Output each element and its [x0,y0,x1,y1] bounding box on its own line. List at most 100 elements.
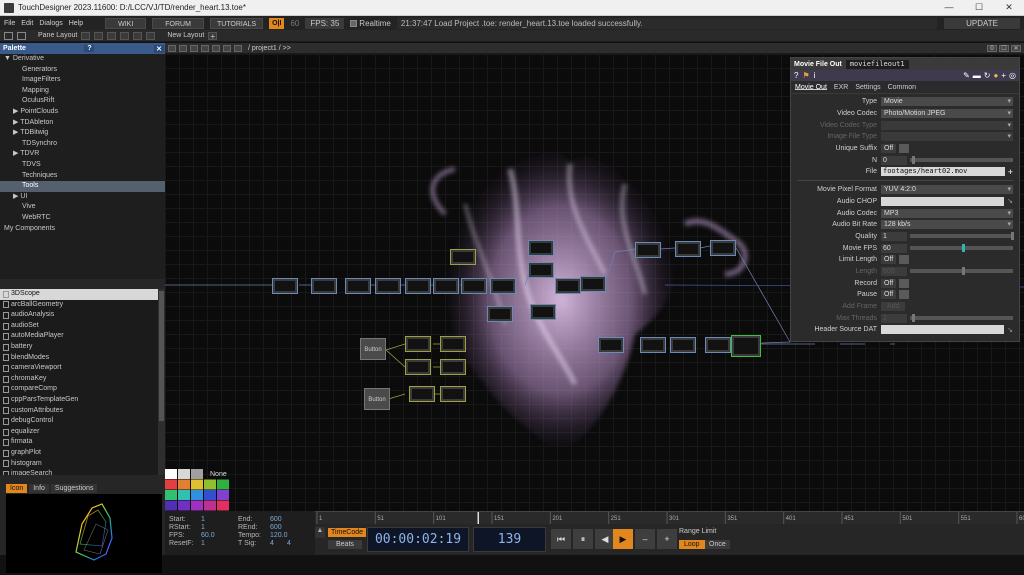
operator-node[interactable] [405,336,431,352]
param-slider[interactable] [910,156,1013,165]
tempo-value[interactable]: 120.0 [270,532,288,539]
slider-knob[interactable] [912,314,916,323]
color-swatch[interactable] [165,500,177,511]
tab-movie-out[interactable]: Movie Out [795,84,827,91]
param-text-field[interactable] [881,325,1005,335]
component-list-item[interactable]: 3DScope [0,289,158,300]
update-button[interactable]: UPDATE [944,17,1020,29]
component-list-item[interactable]: arcBallGeometry [0,300,158,311]
color-swatch[interactable] [191,500,203,511]
operator-node[interactable] [490,278,516,294]
operator-node[interactable] [731,335,761,357]
param-dropdown[interactable] [881,120,1013,130]
color-swatch[interactable] [191,490,203,500]
edit-pencil-icon[interactable]: ✎ [963,71,970,80]
component-list-item[interactable]: chromaKey [0,374,158,385]
operator-node[interactable] [487,306,513,322]
param-slider[interactable] [910,314,1013,323]
scrollbar-thumb[interactable] [159,291,164,421]
network-add-icon[interactable] [212,44,220,52]
rend-value[interactable]: 600 [270,524,282,531]
operator-node[interactable] [710,240,736,256]
tab-exr[interactable]: EXR [834,84,848,91]
fps-cap[interactable]: 60 [290,19,299,28]
color-swatch[interactable] [165,479,177,490]
timecode-mode-button[interactable]: TimeCode [328,528,367,537]
operator-node[interactable] [440,386,466,402]
param-toggle[interactable]: Off [881,255,897,265]
param-dropdown[interactable]: MP3 [881,208,1013,218]
color-swatch[interactable] [178,500,190,511]
timeline-ruler[interactable]: 151101151201251301351401451501551600 [315,511,1024,525]
component-list-item[interactable]: cppParsTemplateGen [0,395,158,406]
operator-node[interactable] [405,359,431,375]
operator-node[interactable] [450,249,476,265]
maximize-button[interactable]: ☐ [964,2,994,13]
component-list-scrollbar[interactable] [158,289,165,475]
color-swatch[interactable] [217,490,229,500]
slider-knob[interactable] [1010,232,1014,241]
layout-1-button[interactable] [81,31,91,40]
forum-button[interactable]: FORUM [152,17,204,29]
python-export-icon[interactable]: ● [994,71,999,80]
realtime-toggle[interactable]: Realtime [350,19,391,28]
param-number-field[interactable]: 1 [881,231,907,241]
component-list-item[interactable]: equalizer [0,427,158,438]
component-list-item[interactable]: blendModes [0,353,158,364]
step-plus-button[interactable]: + [657,529,677,549]
param-help-icon[interactable]: ? [794,71,798,80]
network-pane-zero[interactable]: 0 [987,44,997,52]
color-swatch[interactable] [217,500,229,511]
operator-node[interactable] [375,278,401,294]
operator-node[interactable] [598,337,624,353]
param-number-field[interactable]: 2 [881,313,907,323]
tree-item[interactable]: OculusRift [0,96,165,107]
component-list-item[interactable]: histogram [0,459,158,470]
wiki-button[interactable]: WIKI [105,17,147,29]
tsig-numerator[interactable]: 4 [270,540,274,547]
component-list-item[interactable]: compareComp [0,384,158,395]
color-swatch[interactable] [178,469,190,479]
operator-node[interactable] [440,359,466,375]
operator-node[interactable] [409,386,435,402]
beats-mode-button[interactable]: Beats [328,540,362,549]
slider-knob[interactable] [961,267,965,276]
param-slider[interactable] [910,232,1014,241]
component-list-item[interactable]: graphPlot [0,448,158,459]
param-dropdown[interactable]: YUV 4:2:0 [881,185,1013,195]
drop-target-icon[interactable]: ↘ [1007,197,1013,205]
color-swatch[interactable] [191,469,203,479]
component-list-item[interactable]: debugControl [0,416,158,427]
loop-button[interactable]: Loop [679,540,705,549]
comment-icon[interactable]: ▬ [973,71,981,80]
operator-node[interactable] [670,337,696,353]
operator-node[interactable] [528,262,554,278]
network-pane-close[interactable]: ✕ [1011,44,1021,52]
tab-settings[interactable]: Settings [855,84,880,91]
tree-item[interactable]: ▼ Derivative [0,54,165,65]
param-info-icon[interactable]: i [814,71,816,80]
color-swatch[interactable] [191,479,203,490]
operator-node[interactable] [345,278,371,294]
add-frame-button[interactable]: Add [881,302,906,312]
operator-node[interactable] [461,278,487,294]
operator-node[interactable] [635,242,661,258]
param-toggle[interactable]: Off [881,144,897,154]
rewind-button[interactable]: ⏮ [551,529,571,549]
layout-6-button[interactable] [146,31,156,40]
button-node-2[interactable]: Button [364,388,390,410]
param-number-field[interactable]: 60 [881,243,907,253]
operator-node[interactable] [705,337,731,353]
tree-item[interactable]: Tools [0,181,165,192]
network-list-icon[interactable] [190,44,198,52]
transport-side-icon[interactable]: ▲ [315,527,325,538]
realtime-checkbox[interactable] [350,19,358,27]
tree-item[interactable]: ▶ TDAbleton [0,118,165,129]
tree-item[interactable]: ImageFilters [0,75,165,86]
param-slider[interactable] [910,244,1013,253]
param-text-field[interactable]: footages/heart02.mov [881,167,1005,177]
tree-item[interactable]: ▶ PointClouds [0,107,165,118]
tree-item[interactable]: ▶ TDVR [0,149,165,160]
network-star-icon[interactable] [223,44,231,52]
target-icon[interactable]: ◎ [1009,71,1016,80]
